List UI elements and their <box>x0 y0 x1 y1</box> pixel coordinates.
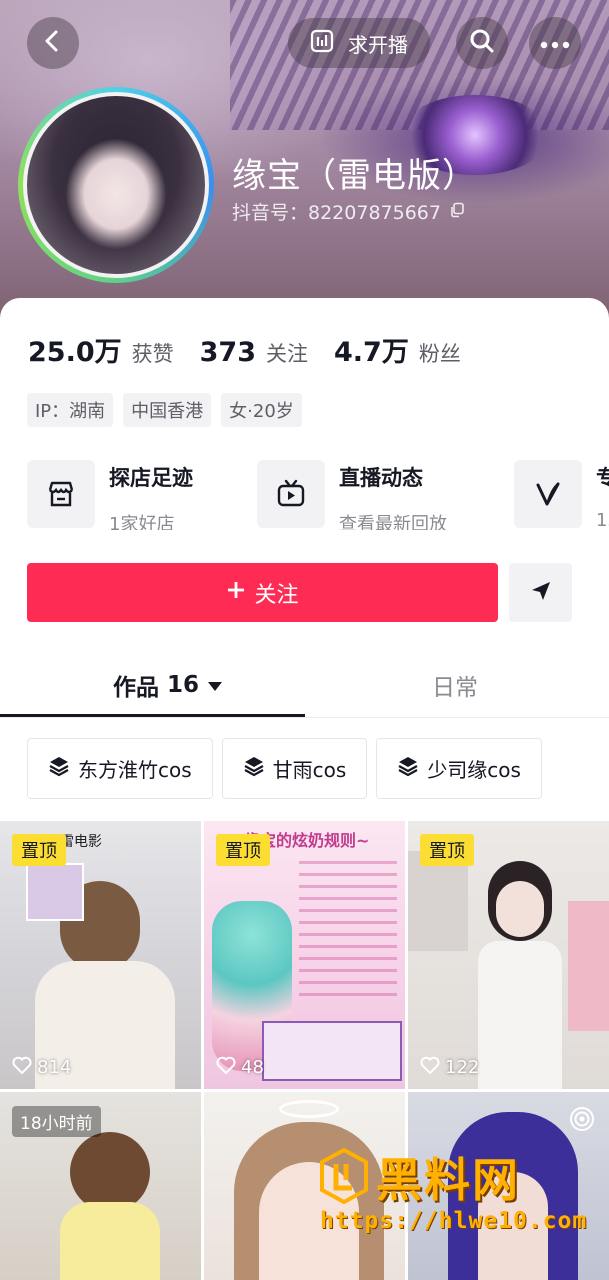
thumbnail-text-block <box>299 861 397 1001</box>
thumbnail-caption: 雷电影 <box>60 834 102 850</box>
tv-icon <box>257 460 325 528</box>
feature-row: 探店足迹 1家好店 直播动态 查看最新回放 专 15 <box>27 460 609 530</box>
feature-title: 探店足迹 <box>109 466 193 490</box>
stat-likes: 25.0万 获赞 <box>28 330 174 369</box>
thumbnail-figure <box>60 1202 160 1280</box>
watermark-logo-icon <box>318 1147 370 1205</box>
heart-icon <box>420 1056 440 1079</box>
pinned-badge: 置顶 <box>420 834 474 866</box>
tag-gender-age: 女·20岁 <box>221 393 302 427</box>
feature-third[interactable]: 专 15 <box>514 460 609 530</box>
layers-icon <box>397 755 419 782</box>
like-count-value: 814 <box>37 1057 72 1078</box>
tab-works-count: 16 <box>167 672 200 698</box>
avatar[interactable] <box>18 87 214 283</box>
thumbnail-text-block <box>262 1021 402 1081</box>
feature-subtitle: 1家好店 <box>109 514 175 530</box>
tag-region: 中国香港 <box>123 393 212 427</box>
chart-icon <box>310 29 334 58</box>
plus-icon <box>226 580 246 606</box>
more-button[interactable] <box>529 17 581 69</box>
site-watermark: 黑料网 https://hlwe10.com <box>318 1147 608 1238</box>
feature-title: 直播动态 <box>339 466 423 490</box>
video-thumbnail[interactable]: 置顶 122 <box>408 821 609 1089</box>
watermark-title: 黑料网 <box>376 1153 520 1207</box>
send-icon <box>529 579 553 607</box>
collection-label: 甘雨cos <box>272 758 347 782</box>
like-count: 814 <box>12 1056 71 1079</box>
message-button[interactable] <box>509 563 572 622</box>
like-count-value: 122 <box>445 1057 480 1078</box>
halo-decoration <box>279 1100 339 1118</box>
stat-value: 373 <box>199 337 256 368</box>
thumbnail-figure <box>478 941 562 1089</box>
watermark-url: https://hlwe10.com <box>320 1208 588 1234</box>
request-live-label: 求开播 <box>348 32 408 57</box>
pinned-badge: 置顶 <box>216 834 270 866</box>
video-thumbnail[interactable]: 18小时前 <box>0 1092 201 1280</box>
heart-icon <box>216 1056 236 1079</box>
stat-value: 25.0万 <box>28 337 122 368</box>
time-badge: 18小时前 <box>12 1106 101 1137</box>
collection-list: 东方淮竹cos 甘雨cos 少司缘cos <box>27 738 542 799</box>
stat-label: 粉丝 <box>418 342 461 366</box>
thumbnail-figure <box>70 1132 150 1212</box>
tab-daily[interactable]: 日常 <box>432 668 478 702</box>
video-thumbnail[interactable]: 雷电影 置顶 814 <box>0 821 201 1089</box>
profile-stats: 25.0万 获赞 373 关注 4.7万 粉丝 <box>28 330 461 369</box>
store-icon <box>27 460 95 528</box>
heart-icon <box>12 1056 32 1079</box>
feature-store-visits[interactable]: 探店足迹 1家好店 <box>27 460 193 530</box>
thumbnail-figure <box>568 901 609 1031</box>
request-live-button[interactable]: 求开播 <box>288 18 430 68</box>
douyin-id: 抖音号：82207875667 <box>232 198 465 225</box>
thumbnail-background <box>408 851 468 951</box>
tag-ip: IP：湖南 <box>27 393 114 427</box>
douyin-id-text: 抖音号：82207875667 <box>232 202 441 224</box>
v-icon <box>514 460 582 528</box>
chevron-left-icon <box>40 28 66 58</box>
feature-title: 专 <box>596 466 609 490</box>
stat-followers[interactable]: 4.7万 粉丝 <box>334 330 461 369</box>
profile-name: 缘宝（雷电版） <box>232 156 477 196</box>
pinned-badge: 置顶 <box>12 834 66 866</box>
content-tabs: 作品 16 日常 <box>0 650 609 718</box>
follow-button[interactable]: 关注 <box>27 563 498 622</box>
collection-label: 少司缘cos <box>427 758 521 782</box>
search-button[interactable] <box>456 17 508 69</box>
feature-subtitle: 查看最新回放 <box>339 514 447 530</box>
video-thumbnail[interactable]: 缘宝的炫奶规则~ 置顶 48 <box>204 821 405 1089</box>
layers-icon <box>48 755 70 782</box>
feature-live-updates[interactable]: 直播动态 查看最新回放 <box>257 460 447 530</box>
copy-icon[interactable] <box>449 201 465 223</box>
collection-label: 东方淮竹cos <box>78 758 192 782</box>
collection-item[interactable]: 少司缘cos <box>376 738 542 799</box>
live-target-icon <box>569 1106 595 1136</box>
like-count: 122 <box>420 1056 479 1079</box>
layers-icon <box>243 755 265 782</box>
profile-tags: IP：湖南 中国香港 女·20岁 <box>27 393 302 427</box>
back-button[interactable] <box>27 17 79 69</box>
feature-subtitle: 15 <box>596 510 609 530</box>
like-count: 48 <box>216 1056 264 1079</box>
collection-item[interactable]: 东方淮竹cos <box>27 738 213 799</box>
follow-label: 关注 <box>254 582 299 608</box>
stat-label: 关注 <box>266 342 308 366</box>
search-icon <box>468 27 496 59</box>
stat-value: 4.7万 <box>334 337 409 368</box>
more-dots-icon <box>540 34 570 53</box>
caret-down-icon <box>207 672 223 698</box>
tab-works-label: 作品 <box>113 675 159 701</box>
collection-item[interactable]: 甘雨cos <box>221 738 368 799</box>
thumbnail-inset <box>26 863 84 921</box>
like-count-value: 48 <box>241 1057 264 1078</box>
stat-following[interactable]: 373 关注 <box>200 337 308 368</box>
tab-works[interactable]: 作品 16 <box>113 668 223 702</box>
thumbnail-figure <box>496 881 544 937</box>
stat-label: 获赞 <box>131 342 174 366</box>
active-tab-indicator <box>0 714 305 717</box>
avatar-image <box>23 92 209 278</box>
